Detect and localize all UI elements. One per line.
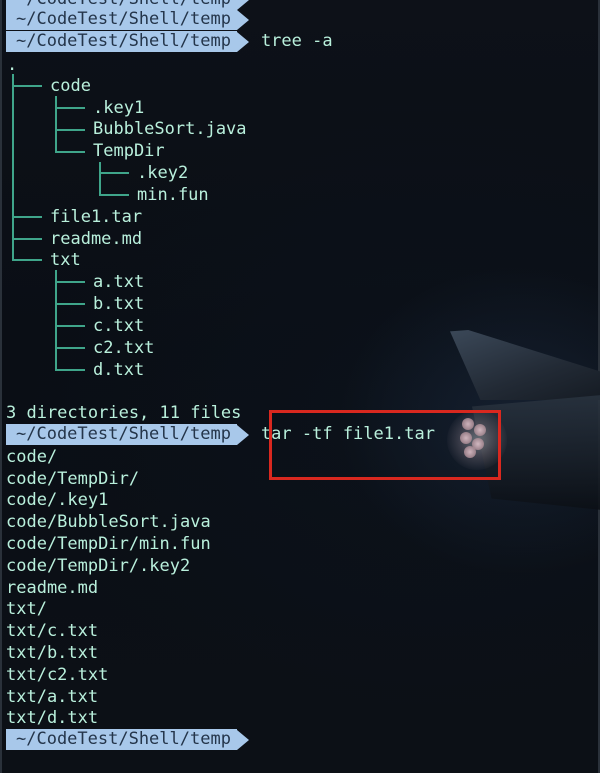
tree-connector [55, 325, 85, 327]
tree-item-bubblesort: BubbleSort.java [93, 119, 247, 139]
tree-item-minfun: min.fun [137, 185, 209, 205]
tree-item-file1: file1.tar [50, 207, 143, 227]
tar-output-line: code/TempDir/min.fun [6, 534, 211, 554]
tree-connector [55, 281, 85, 283]
tree-connector [55, 369, 85, 371]
tree-connector [55, 107, 85, 109]
tree-item-a: a.txt [93, 272, 145, 292]
shell-prompt-current[interactable]: ~/CodeTest/Shell/temp [6, 729, 249, 750]
tar-output-line: code/BubbleSort.java [6, 512, 211, 532]
prompt-arrow-icon [236, 9, 249, 30]
tar-output-line: txt/d.txt [6, 708, 99, 728]
tree-connector [12, 74, 14, 260]
tree-item-d: d.txt [93, 360, 145, 380]
tar-output-line: txt/c.txt [6, 621, 99, 641]
tar-output-line: code/TempDir/.key2 [6, 556, 191, 576]
tree-connector [55, 96, 57, 152]
spaceship-fin-graphic [450, 330, 600, 400]
tree-connector [55, 303, 85, 305]
command-text: tree -a [260, 31, 333, 51]
tree-connector [55, 151, 85, 153]
tree-item-c: c.txt [93, 316, 145, 336]
tar-output-line: code/TempDir/ [6, 469, 140, 489]
tree-item-b: b.txt [93, 294, 145, 314]
tree-item-code: code [50, 76, 91, 96]
tree-connector [99, 162, 101, 194]
tree-item-key2: .key2 [137, 163, 189, 183]
tree-connector [99, 172, 129, 174]
terminal-window[interactable]: ~/CodeTest/Shell/temp ~/CodeTest/Shell/t… [0, 0, 600, 773]
prompt-path: ~/CodeTest/Shell/temp [6, 31, 237, 52]
prompt-arrow-icon [236, 729, 249, 750]
tree-item-c2: c2.txt [93, 338, 155, 358]
tar-output-line: txt/a.txt [6, 687, 99, 707]
tree-connector [12, 238, 42, 240]
tree-item-readme: readme.md [50, 229, 143, 249]
tar-output-line: code/.key1 [6, 490, 109, 510]
shell-prompt: ~/CodeTest/Shell/temp [6, 9, 249, 30]
tree-connector [12, 85, 42, 87]
tar-output-line: code/ [6, 447, 58, 467]
tree-summary: 3 directories, 11 files [6, 403, 242, 423]
prompt-path: ~/CodeTest/Shell/temp [6, 424, 237, 445]
tree-connector [55, 270, 57, 370]
tree-connector [55, 129, 85, 131]
tree-connector [12, 259, 42, 261]
prompt-arrow-icon [236, 424, 249, 445]
tree-item-txt: txt [50, 250, 81, 270]
tree-item-key1: .key1 [93, 98, 145, 118]
tree-item-tempdir: TempDir [93, 141, 165, 161]
command-highlight-box [269, 410, 501, 480]
prompt-path: ~/CodeTest/Shell/temp [6, 9, 237, 30]
shell-prompt: ~/CodeTest/Shell/temp tree -a [6, 31, 333, 52]
tar-output-line: readme.md [6, 578, 99, 598]
prompt-path: ~/CodeTest/Shell/temp [6, 729, 237, 750]
prompt-arrow-icon [236, 31, 249, 52]
tree-connector [55, 347, 85, 349]
tree-connector [99, 194, 129, 196]
tar-output-line: txt/b.txt [6, 643, 99, 663]
tar-output-line: txt/ [6, 599, 47, 619]
tree-root: . [7, 55, 18, 75]
tree-connector [12, 216, 42, 218]
tar-output-line: txt/c2.txt [6, 665, 109, 685]
